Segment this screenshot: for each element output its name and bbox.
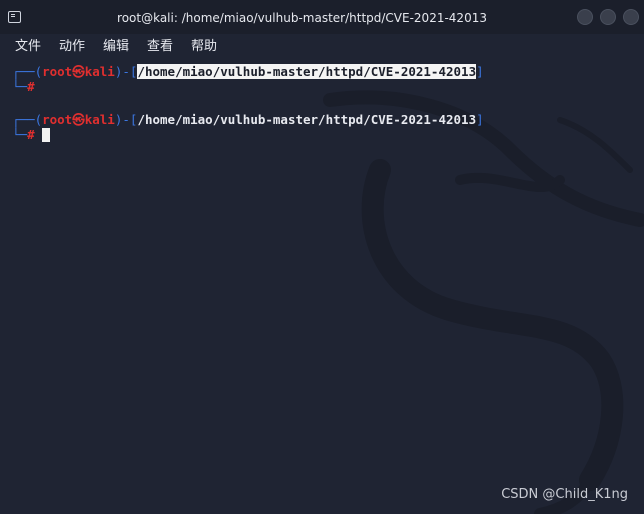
prompt-corner-top: ┌──: [12, 112, 35, 127]
terminal-area[interactable]: ┌──(root㉿kali)-[/home/miao/vulhub-master…: [0, 60, 644, 514]
prompt-user: root: [42, 112, 73, 127]
menu-action[interactable]: 动作: [59, 38, 85, 56]
maximize-button[interactable]: [600, 9, 616, 25]
prompt-line-2: ┌──(root㉿kali)-[/home/miao/vulhub-master…: [12, 112, 484, 127]
kali-dragon-background: [323, 90, 644, 514]
prompt-host: kali: [84, 64, 115, 79]
prompt-dash: -: [122, 112, 130, 127]
menu-bar: 文件 动作 编辑 查看 帮助: [0, 34, 644, 60]
prompt-line-1: ┌──(root㉿kali)-[/home/miao/vulhub-master…: [12, 64, 484, 79]
prompt-close-bracket: ]: [476, 112, 484, 127]
prompt-close-bracket: ]: [476, 64, 484, 79]
terminal-window: root@kali: /home/miao/vulhub-master/http…: [0, 0, 644, 514]
prompt-corner-bottom: └─: [12, 127, 28, 142]
menu-file[interactable]: 文件: [15, 38, 41, 56]
csdn-watermark: CSDN @Child_K1ng: [501, 487, 628, 502]
prompt-corner-top: ┌──: [12, 64, 35, 79]
prompt-at-symbol: ㉿: [72, 64, 85, 79]
prompt-dash: -: [122, 64, 130, 79]
prompt-open-paren: (: [34, 112, 43, 127]
prompt-line-1b: └─#: [12, 79, 35, 94]
prompt-corner-bottom: └─: [12, 79, 28, 94]
close-button[interactable]: [623, 9, 639, 25]
prompt-hash: #: [27, 79, 35, 94]
terminal-icon[interactable]: [8, 11, 21, 23]
menu-view[interactable]: 查看: [147, 38, 173, 56]
prompt-line-2b: └─#: [12, 127, 35, 142]
menu-help[interactable]: 帮助: [191, 38, 217, 56]
text-cursor: [42, 128, 50, 142]
menu-edit[interactable]: 编辑: [103, 38, 129, 56]
prompt-path: /home/miao/vulhub-master/httpd/CVE-2021-…: [137, 112, 477, 127]
prompt-at-symbol: ㉿: [72, 112, 85, 127]
prompt-path-selected[interactable]: /home/miao/vulhub-master/httpd/CVE-2021-…: [137, 64, 477, 79]
minimize-button[interactable]: [577, 9, 593, 25]
title-bar[interactable]: root@kali: /home/miao/vulhub-master/http…: [0, 0, 644, 34]
prompt-user: root: [42, 64, 73, 79]
prompt-hash: #: [27, 127, 35, 142]
prompt-open-paren: (: [34, 64, 43, 79]
window-title: root@kali: /home/miao/vulhub-master/http…: [117, 11, 487, 25]
prompt-host: kali: [84, 112, 115, 127]
